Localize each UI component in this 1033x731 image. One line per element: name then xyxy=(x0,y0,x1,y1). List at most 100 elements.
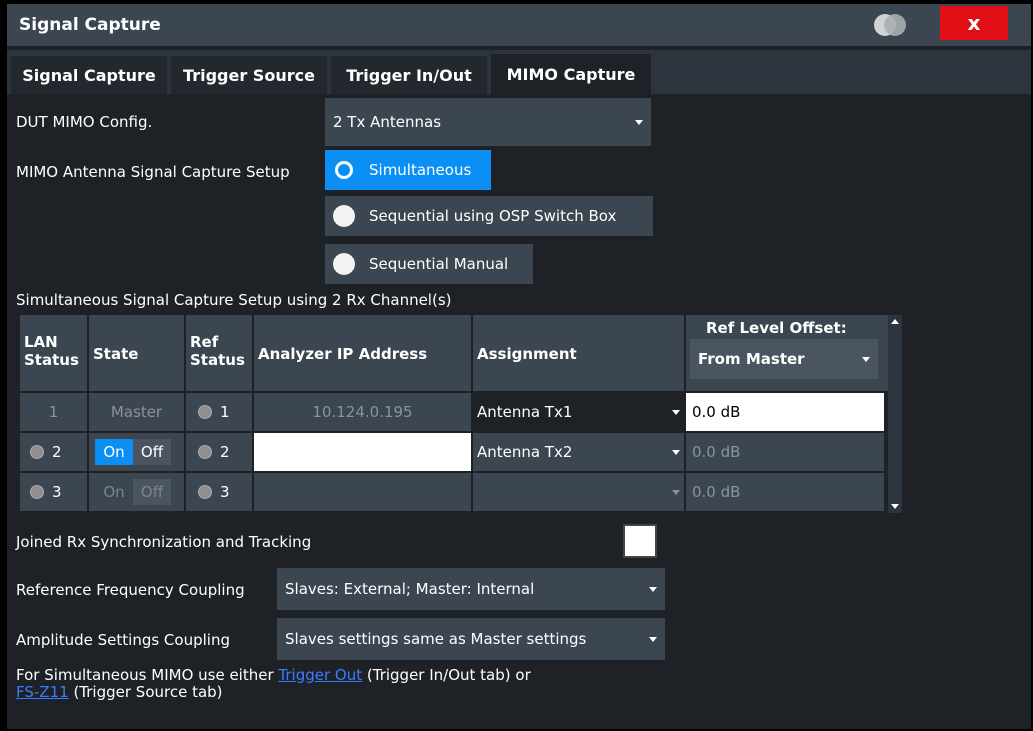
row1-ref: 1 xyxy=(186,393,252,431)
radio-sequential-osp[interactable]: Sequential using OSP Switch Box xyxy=(325,196,653,236)
row1-offset-input[interactable]: 0.0 dB xyxy=(686,393,884,431)
dialog-title: Signal Capture xyxy=(19,15,161,35)
header-ref-offset: Ref Level Offset: From Master xyxy=(686,315,896,391)
note-text: For Simultaneous MIMO use either xyxy=(16,666,279,684)
fs-z11-link[interactable]: FS-Z11 xyxy=(16,683,69,701)
row1-state: Master xyxy=(89,393,184,431)
radio-sequential-manual[interactable]: Sequential Manual xyxy=(325,244,533,284)
chevron-down-icon xyxy=(635,120,643,125)
header-text: LAN Status xyxy=(24,333,79,369)
trigger-note: For Simultaneous MIMO use either Trigger… xyxy=(16,667,656,701)
lan-number: 3 xyxy=(52,483,62,501)
ref-freq-value: Slaves: External; Master: Internal xyxy=(285,580,535,598)
dut-config-value: 2 Tx Antennas xyxy=(333,113,442,131)
ref-offset-mode-value: From Master xyxy=(698,350,805,368)
rx-channel-table: LAN Status State Ref Status Analyzer IP … xyxy=(20,315,906,513)
row3-ref: 3 xyxy=(186,473,252,511)
row3-state-toggle: On Off xyxy=(89,473,184,511)
title-bar: Signal Capture x xyxy=(7,4,1031,46)
chevron-down-icon xyxy=(672,490,680,495)
chevron-down-icon xyxy=(862,357,870,362)
capture-setup-label: MIMO Antenna Signal Capture Setup xyxy=(16,163,290,181)
tab-bar: Signal Capture Trigger Source Trigger In… xyxy=(7,50,1031,94)
row2-ip-input[interactable] xyxy=(254,433,471,471)
tab-label: Signal Capture xyxy=(22,65,156,85)
off-button[interactable]: Off xyxy=(133,439,171,465)
row1-assignment-dropdown[interactable]: Antenna Tx1 xyxy=(473,393,684,431)
tab-label: Trigger In/Out xyxy=(346,65,472,85)
header-text: Assignment xyxy=(477,345,577,363)
dut-config-dropdown[interactable]: 2 Tx Antennas xyxy=(325,98,651,146)
ref-offset-mode-dropdown[interactable]: From Master xyxy=(690,339,878,379)
radio-indicator xyxy=(333,253,355,275)
tab-trigger-in-out[interactable]: Trigger In/Out xyxy=(331,56,487,94)
ref-number: 3 xyxy=(220,483,230,501)
header-state: State xyxy=(89,315,184,391)
chevron-down-icon xyxy=(672,450,680,455)
overlap-circles-icon[interactable] xyxy=(873,12,907,38)
on-button[interactable]: On xyxy=(95,439,133,465)
status-led-icon xyxy=(198,405,212,419)
row2-offset: 0.0 dB xyxy=(686,433,884,471)
amplitude-dropdown[interactable]: Slaves settings same as Master settings xyxy=(277,618,665,660)
header-text: Ref Level Offset: xyxy=(706,319,847,337)
status-led-icon xyxy=(198,445,212,459)
row2-state-toggle[interactable]: On Off xyxy=(89,433,184,471)
row1-ip: 10.124.0.195 xyxy=(254,393,471,431)
tab-trigger-source[interactable]: Trigger Source xyxy=(171,56,327,94)
radio-simultaneous[interactable]: Simultaneous xyxy=(325,150,491,190)
ref-number: 1 xyxy=(220,403,230,421)
row3-offset: 0.0 dB xyxy=(686,473,884,511)
scroll-down-icon[interactable] xyxy=(891,504,899,509)
off-button: Off xyxy=(133,479,171,505)
status-led-icon xyxy=(30,485,44,499)
chevron-down-icon xyxy=(672,410,680,415)
note-text: (Trigger In/Out tab) or xyxy=(362,666,531,684)
row3-lan: 3 xyxy=(20,473,87,511)
radio-label: Sequential Manual xyxy=(369,255,509,273)
radio-selected-dot xyxy=(338,164,350,176)
signal-capture-dialog: Signal Capture x Signal Capture Trigger … xyxy=(7,4,1031,729)
scroll-up-icon[interactable] xyxy=(891,319,899,324)
chevron-down-icon xyxy=(649,637,657,642)
header-text: State xyxy=(93,345,139,363)
row2-lan: 2 xyxy=(20,433,87,471)
close-icon: x xyxy=(967,11,981,35)
table-section-title: Simultaneous Signal Capture Setup using … xyxy=(16,291,452,309)
note-text: (Trigger Source tab) xyxy=(68,683,223,701)
row2-ref: 2 xyxy=(186,433,252,471)
ref-freq-dropdown[interactable]: Slaves: External; Master: Internal xyxy=(277,568,665,610)
radio-indicator xyxy=(333,159,355,181)
tab-mimo-capture[interactable]: MIMO Capture xyxy=(491,54,651,94)
dut-config-label: DUT MIMO Config. xyxy=(16,113,153,131)
joined-rx-checkbox[interactable] xyxy=(623,524,657,558)
row3-assignment-dropdown xyxy=(473,473,684,511)
assignment-value: Antenna Tx1 xyxy=(477,403,573,421)
header-ref-status: Ref Status xyxy=(186,315,252,391)
amplitude-label: Amplitude Settings Coupling xyxy=(16,631,230,649)
table-scrollbar[interactable] xyxy=(888,315,902,513)
tab-label: MIMO Capture xyxy=(506,64,636,84)
radio-indicator xyxy=(333,205,355,227)
amplitude-value: Slaves settings same as Master settings xyxy=(285,630,587,648)
radio-label: Simultaneous xyxy=(369,161,472,179)
tab-signal-capture[interactable]: Signal Capture xyxy=(11,56,167,94)
on-button: On xyxy=(95,479,133,505)
row3-ip xyxy=(254,473,471,511)
row1-lan: 1 xyxy=(20,393,87,431)
joined-rx-label: Joined Rx Synchronization and Tracking xyxy=(16,533,312,551)
header-text: Analyzer IP Address xyxy=(258,345,428,363)
header-text: Ref Status xyxy=(190,333,245,369)
header-lan-status: LAN Status xyxy=(20,315,87,391)
ref-number: 2 xyxy=(220,443,230,461)
assignment-value: Antenna Tx2 xyxy=(477,443,573,461)
ref-freq-label: Reference Frequency Coupling xyxy=(16,581,245,599)
header-assignment: Assignment xyxy=(473,315,684,391)
status-led-icon xyxy=(198,485,212,499)
status-led-icon xyxy=(30,445,44,459)
row2-assignment-dropdown[interactable]: Antenna Tx2 xyxy=(473,433,684,471)
close-button[interactable]: x xyxy=(940,6,1008,40)
chevron-down-icon xyxy=(649,587,657,592)
trigger-out-link[interactable]: Trigger Out xyxy=(278,666,362,684)
lan-number: 2 xyxy=(52,443,62,461)
